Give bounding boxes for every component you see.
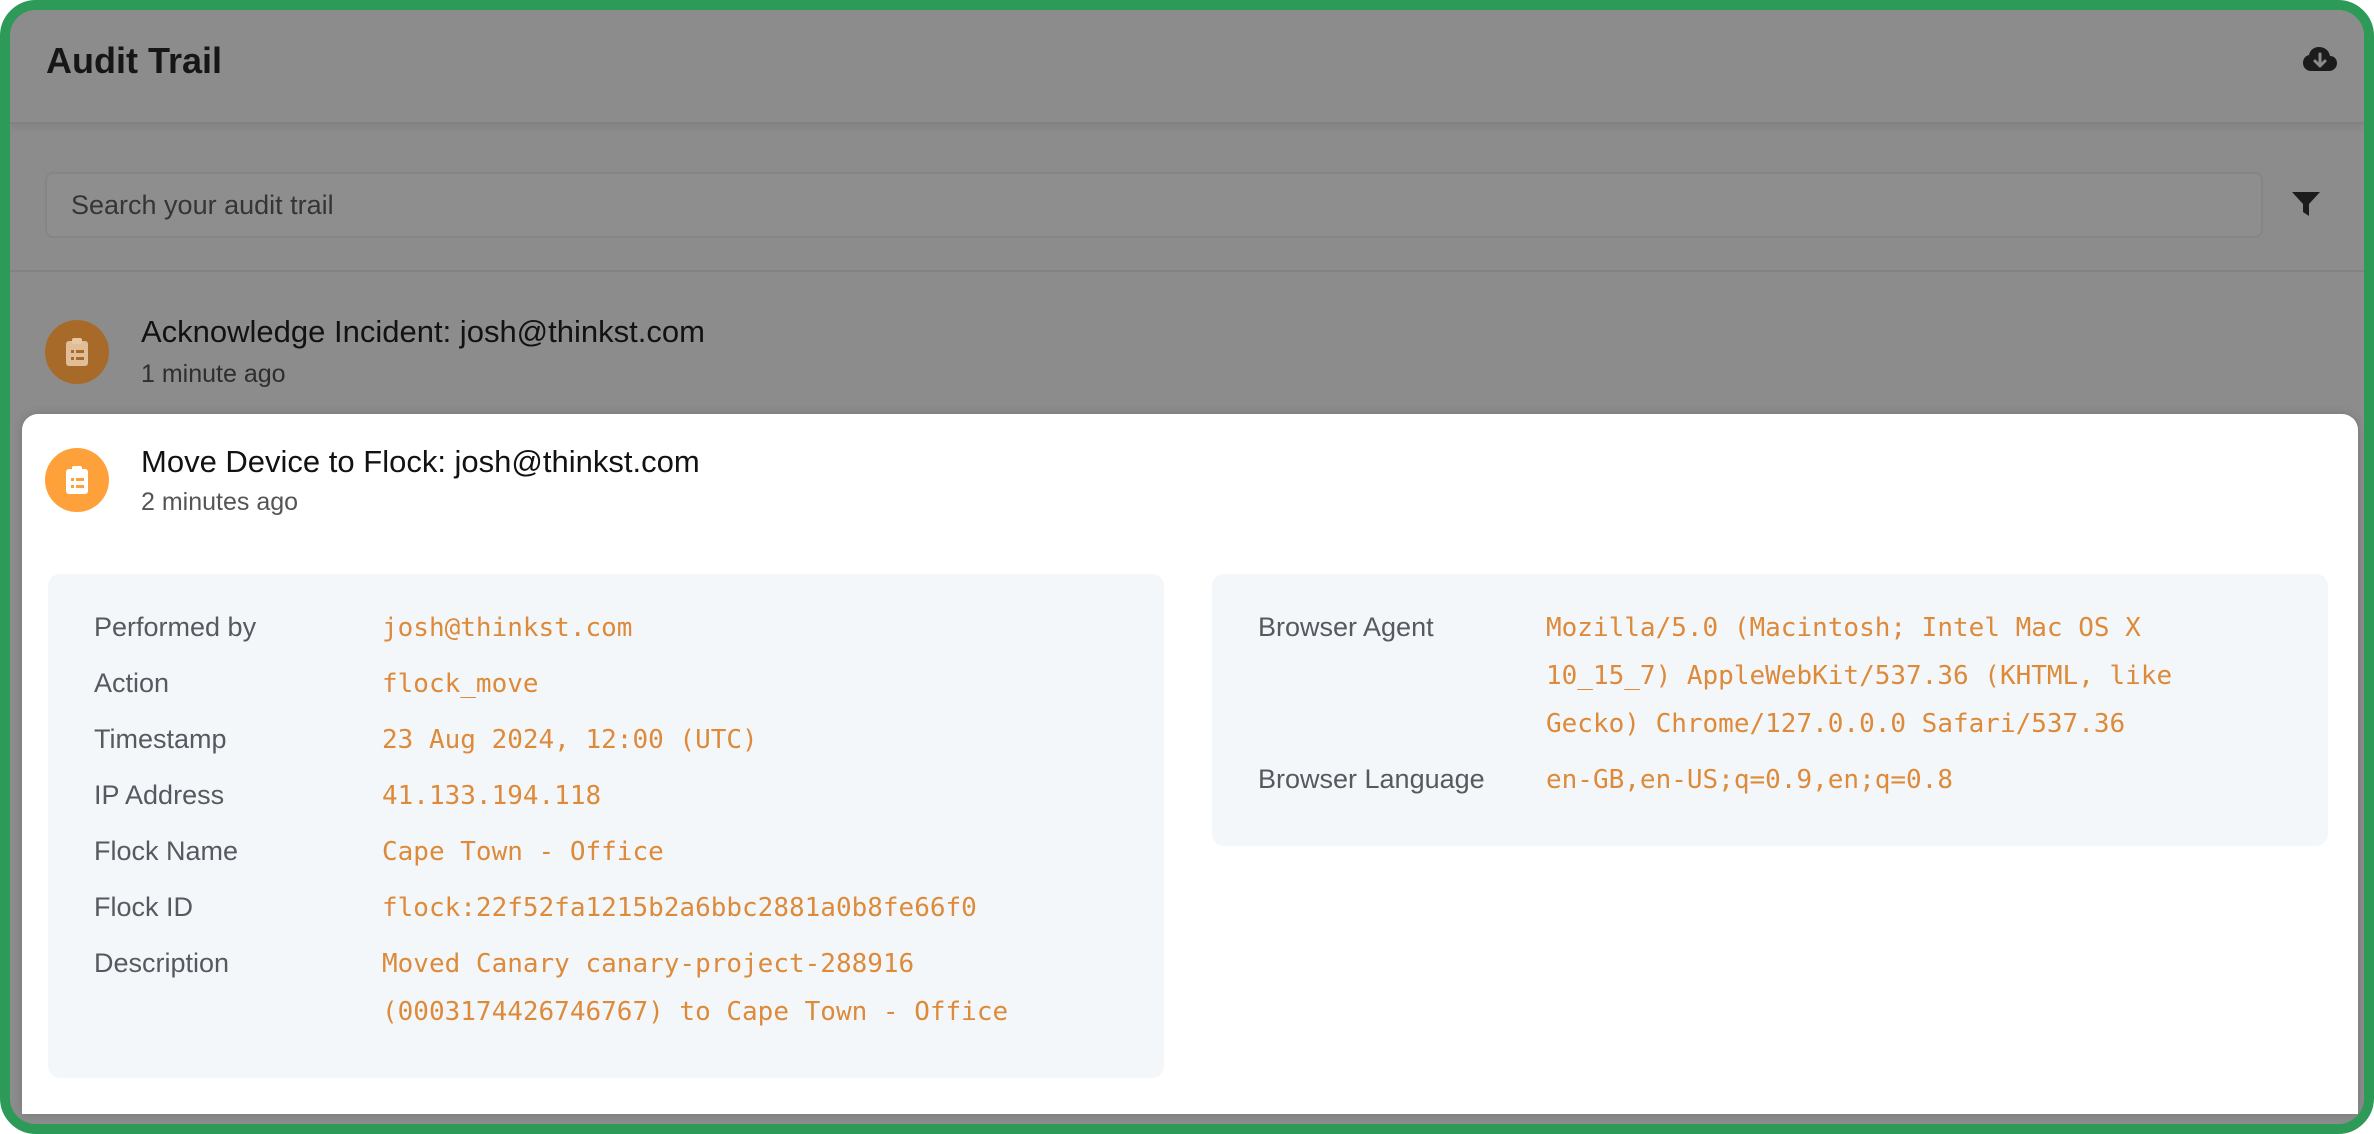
header: Audit Trail <box>10 10 2364 124</box>
event-details-card: Performed by josh@thinkst.com Action flo… <box>48 574 1164 1078</box>
search-bar <box>10 124 2364 272</box>
detail-value: flock:22f52fa1215b2a6bbc2881a0b8fe66f0 <box>382 893 977 923</box>
detail-label: Action <box>94 668 170 698</box>
filter-button[interactable] <box>2288 186 2324 222</box>
clipboard-icon <box>66 338 88 366</box>
detail-value: Moved Canary canary-project-288916 (0003… <box>382 949 1009 1027</box>
detail-label: Flock Name <box>94 836 239 866</box>
detail-label: Performed by <box>94 612 257 642</box>
detail-value: en-GB,en-US;q=0.9,en;q=0.8 <box>1546 765 1953 795</box>
detail-value: Mozilla/5.0 (Macintosh; Intel Mac OS X 1… <box>1546 613 2173 739</box>
detail-label: IP Address <box>94 780 225 810</box>
detail-label: Flock ID <box>94 892 194 922</box>
detail-label: Description <box>94 948 230 978</box>
download-button[interactable] <box>2298 38 2342 82</box>
search-input[interactable] <box>45 172 2263 238</box>
clipboard-icon <box>66 466 88 494</box>
cloud-download-icon <box>2303 47 2337 71</box>
event-avatar <box>45 320 109 384</box>
detail-value: flock_move <box>382 669 539 699</box>
detail-label: Timestamp <box>94 724 227 754</box>
event-title: Move Device to Flock: josh@thinkst.com <box>141 444 700 479</box>
detail-label: Browser Agent <box>1258 612 1434 642</box>
event-time: 1 minute ago <box>141 360 286 388</box>
detail-value: josh@thinkst.com <box>382 613 633 643</box>
event-title: Acknowledge Incident: josh@thinkst.com <box>141 314 705 349</box>
event-time: 2 minutes ago <box>141 488 299 516</box>
detail-value: 23 Aug 2024, 12:00 (UTC) <box>382 725 758 755</box>
detail-value: 41.133.194.118 <box>382 781 602 811</box>
detail-label: Browser Language <box>1258 764 1485 794</box>
audit-trail-panel: Audit Trail Search your audit trail Ackn… <box>10 10 2364 1124</box>
filter-icon <box>2292 192 2320 216</box>
page-title: Audit Trail <box>46 40 223 81</box>
event-avatar <box>45 448 109 512</box>
app-window: Audit Trail Search your audit trail Ackn… <box>0 0 2374 1134</box>
list-item[interactable]: Acknowledge Incident: josh@thinkst.com 1… <box>10 272 2364 420</box>
browser-details-card: Browser Agent Mozilla/5.0 (Macintosh; In… <box>1212 574 2328 846</box>
detail-value: Cape Town - Office <box>382 837 664 867</box>
expanded-event[interactable]: Move Device to Flock: josh@thinkst.com 2… <box>22 414 2358 1114</box>
